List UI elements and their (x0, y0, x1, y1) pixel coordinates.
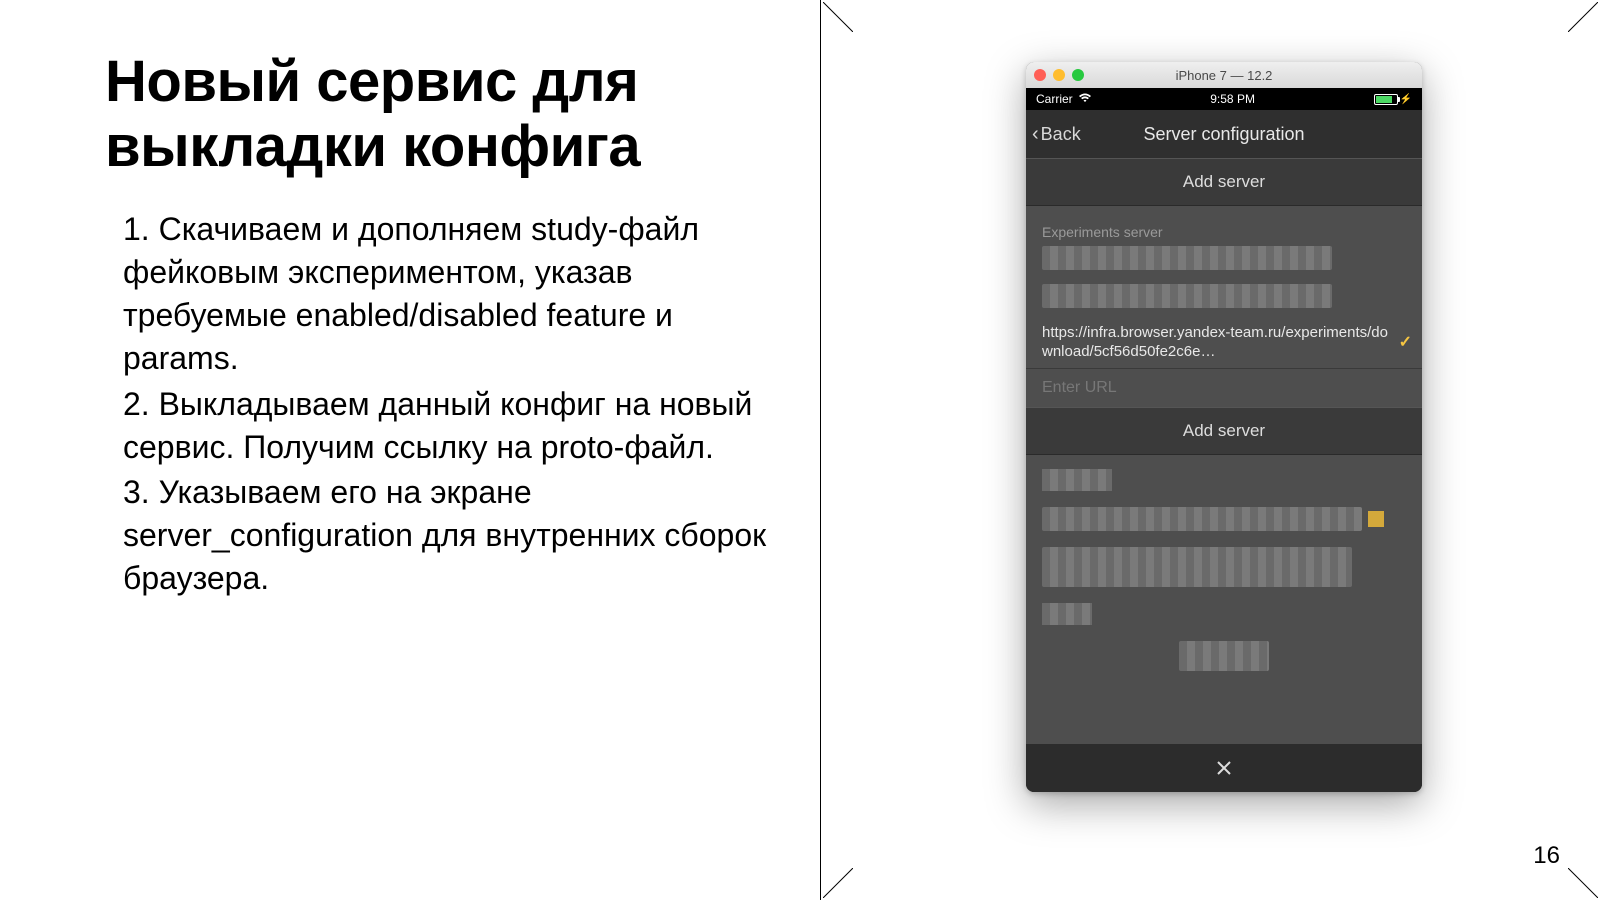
url-input[interactable]: Enter URL (1026, 369, 1422, 407)
battery-icon (1374, 94, 1398, 105)
window-title: iPhone 7 — 12.2 (1026, 68, 1422, 83)
crop-mark-icon (823, 2, 853, 32)
carrier-label: Carrier (1036, 92, 1073, 106)
charging-icon: ⚡ (1400, 94, 1412, 105)
url-input-placeholder: Enter URL (1042, 379, 1117, 396)
server-url-text: https://infra.browser.yandex-team.ru/exp… (1042, 324, 1388, 360)
screenshot-column: iPhone 7 — 12.2 Carrier 9:58 PM ⚡ (820, 0, 1600, 900)
crop-mark-icon (823, 868, 853, 898)
step-text: Выкладываем данный конфиг на новый серви… (123, 386, 752, 465)
screen-title: Server configuration (1026, 124, 1422, 145)
section-header: Experiments server (1026, 206, 1422, 246)
ios-simulator-window: iPhone 7 — 12.2 Carrier 9:58 PM ⚡ (1026, 62, 1422, 792)
redacted-row (1026, 547, 1422, 587)
step-item: Указываем его на экране server_configura… (105, 471, 790, 601)
steps-list: Скачиваем и дополняем study-файл фейковы… (105, 208, 790, 601)
redacted-row (1026, 469, 1422, 491)
slide-title: Новый сервис для выкладки конфига (105, 50, 790, 180)
navigation-bar: ‹ Back Server configuration (1026, 110, 1422, 158)
mac-titlebar: iPhone 7 — 12.2 (1026, 62, 1422, 88)
crop-mark-icon (1568, 868, 1598, 898)
add-server-button[interactable]: Add server (1026, 158, 1422, 206)
redacted-row (1026, 246, 1422, 270)
server-url-row[interactable]: https://infra.browser.yandex-team.ru/exp… (1026, 318, 1422, 369)
redacted-row (1026, 603, 1422, 625)
close-icon (1215, 759, 1233, 777)
slide: Новый сервис для выкладки конфига Скачив… (0, 0, 1600, 900)
redacted-row (1179, 641, 1269, 671)
text-column: Новый сервис для выкладки конфига Скачив… (0, 0, 820, 900)
step-text: Указываем его на экране server_configura… (123, 474, 766, 596)
close-bar[interactable] (1026, 744, 1422, 792)
page-number: 16 (1533, 842, 1560, 870)
status-bar: Carrier 9:58 PM ⚡ (1026, 88, 1422, 110)
redacted-row (1026, 507, 1422, 531)
indicator-icon (1368, 511, 1384, 527)
add-server-label: Add server (1183, 421, 1265, 441)
phone-screen: Carrier 9:58 PM ⚡ ‹ Back Server configur… (1026, 88, 1422, 792)
clock: 9:58 PM (1210, 92, 1255, 106)
step-item: Скачиваем и дополняем study-файл фейковы… (105, 208, 790, 381)
step-text: Скачиваем и дополняем study-файл фейковы… (123, 211, 699, 377)
add-server-label: Add server (1183, 172, 1265, 192)
wifi-icon (1078, 92, 1092, 106)
add-server-button[interactable]: Add server (1026, 407, 1422, 455)
step-item: Выкладываем данный конфиг на новый серви… (105, 383, 790, 469)
redacted-row (1026, 284, 1422, 308)
screen-content: Add server Experiments server https://in… (1026, 158, 1422, 744)
checkmark-icon: ✓ (1399, 333, 1412, 353)
crop-mark-icon (1568, 2, 1598, 32)
